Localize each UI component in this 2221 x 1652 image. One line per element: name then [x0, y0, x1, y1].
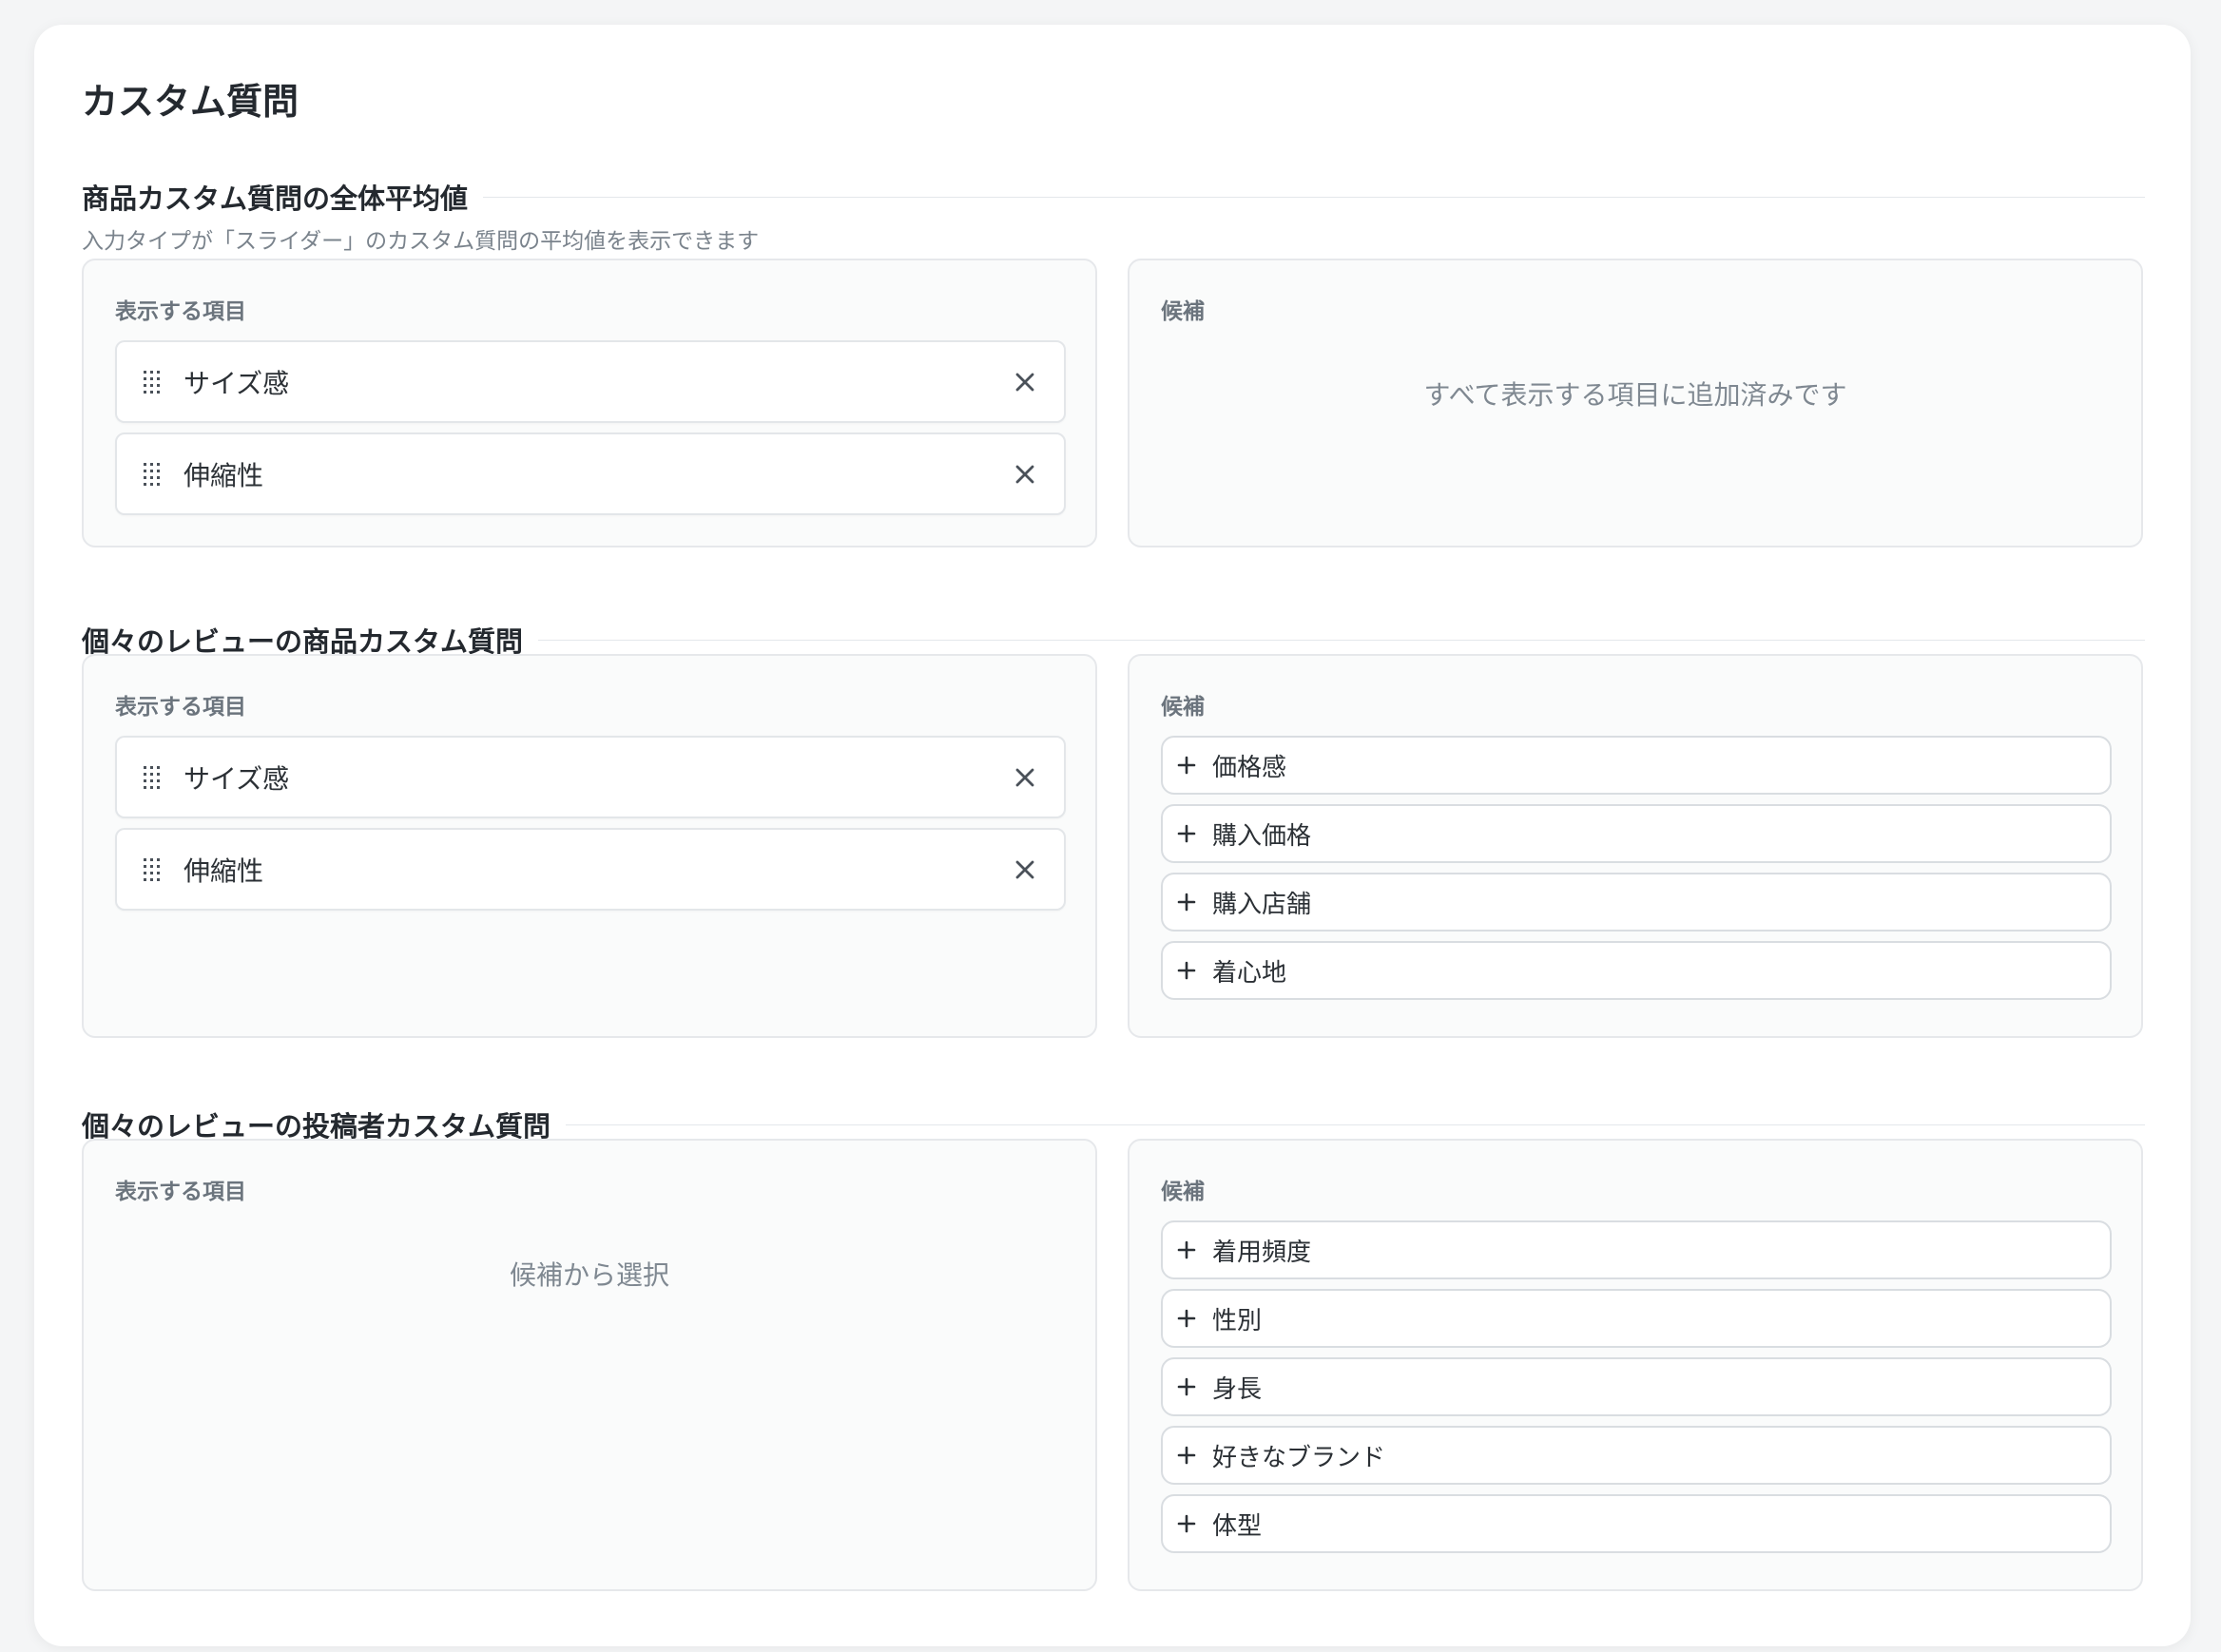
candidate-label: 着心地 [1212, 958, 1287, 988]
candidates-empty-message: すべて表示する項目に追加済みです [1423, 379, 1847, 411]
candidate-add-button[interactable]: 着心地 [1161, 941, 2112, 1000]
candidates-list: 着用頻度 性別 身長 好きなブランド 体型 [1161, 1220, 2112, 1563]
candidate-add-button[interactable]: 好きなブランド [1161, 1426, 2112, 1485]
candidate-label: 身長 [1212, 1374, 1263, 1404]
candidates-panel-overall-average: 候補 すべて表示する項目に追加済みです [1128, 259, 2143, 547]
candidate-add-button[interactable]: 購入店舗 [1161, 873, 2112, 932]
section-header-overall-average: 商品カスタム質問の全体平均値 [82, 177, 2145, 217]
candidate-label: 好きなブランド [1212, 1443, 1386, 1472]
section-divider [483, 196, 2145, 198]
displayed-item-label: 伸縮性 [183, 855, 264, 887]
candidates-list: 価格感 購入価格 購入店舗 着心地 [1161, 736, 2112, 1009]
plus-icon [1176, 892, 1197, 912]
section-description: 入力タイプが「スライダー」のカスタム質問の平均値を表示できます [82, 229, 760, 254]
candidate-add-button[interactable]: 体型 [1161, 1494, 2112, 1553]
plus-icon [1176, 1513, 1197, 1534]
candidate-label: 体型 [1212, 1511, 1263, 1541]
displayed-items-panel-overall-average: 表示する項目 サイズ感 伸縮性 [82, 259, 1097, 547]
plus-icon [1176, 1239, 1197, 1260]
candidate-add-button[interactable]: 購入価格 [1161, 804, 2112, 863]
candidate-label: 価格感 [1212, 753, 1287, 782]
plus-icon [1176, 755, 1197, 776]
section-title: 商品カスタム質問の全体平均値 [82, 182, 469, 215]
drag-handle-icon[interactable] [142, 765, 163, 790]
displayed-items-label: 表示する項目 [115, 695, 246, 720]
plus-icon [1176, 823, 1197, 844]
displayed-item-label: 伸縮性 [183, 459, 264, 491]
close-icon[interactable] [1011, 763, 1039, 792]
drag-handle-icon[interactable] [142, 857, 163, 882]
displayed-item-label: サイズ感 [183, 367, 290, 399]
displayed-items-panel-review-product: 表示する項目 サイズ感 伸縮性 [82, 654, 1097, 1038]
candidates-label: 候補 [1161, 1180, 1205, 1204]
displayed-item[interactable]: サイズ感 [115, 340, 1066, 423]
displayed-item-label: サイズ感 [183, 762, 290, 795]
drag-handle-icon[interactable] [142, 370, 163, 394]
section-divider [538, 639, 2145, 641]
candidate-add-button[interactable]: 着用頻度 [1161, 1220, 2112, 1279]
displayed-items-panel-review-reviewer: 表示する項目 候補から選択 [82, 1139, 1097, 1591]
plus-icon [1176, 960, 1197, 981]
candidates-label: 候補 [1161, 695, 1205, 720]
displayed-empty-message: 候補から選択 [509, 1259, 669, 1291]
displayed-item[interactable]: 伸縮性 [115, 828, 1066, 911]
candidate-add-button[interactable]: 性別 [1161, 1289, 2112, 1348]
displayed-items-list: サイズ感 伸縮性 [115, 340, 1066, 525]
displayed-items-label: 表示する項目 [115, 299, 246, 324]
candidate-label: 購入価格 [1212, 821, 1312, 851]
candidate-add-button[interactable]: 身長 [1161, 1357, 2112, 1416]
page-title: カスタム質問 [82, 81, 299, 123]
candidates-panel-review-product: 候補 価格感 購入価格 購入店舗 着心地 [1128, 654, 2143, 1038]
close-icon[interactable] [1011, 368, 1039, 396]
displayed-items-label: 表示する項目 [115, 1180, 246, 1204]
drag-handle-icon[interactable] [142, 462, 163, 487]
plus-icon [1176, 1445, 1197, 1466]
candidates-label: 候補 [1161, 299, 1205, 324]
close-icon[interactable] [1011, 460, 1039, 489]
candidates-panel-review-reviewer: 候補 着用頻度 性別 身長 好きなブランド 体型 [1128, 1139, 2143, 1591]
custom-questions-card: カスタム質問 商品カスタム質問の全体平均値 入力タイプが「スライダー」のカスタム… [34, 25, 2191, 1646]
candidate-add-button[interactable]: 価格感 [1161, 736, 2112, 795]
plus-icon [1176, 1376, 1197, 1397]
candidate-label: 購入店舗 [1212, 890, 1312, 919]
close-icon[interactable] [1011, 855, 1039, 884]
displayed-item[interactable]: サイズ感 [115, 736, 1066, 818]
candidate-label: 着用頻度 [1212, 1238, 1312, 1267]
section-divider [566, 1124, 2145, 1125]
displayed-items-list: サイズ感 伸縮性 [115, 736, 1066, 920]
plus-icon [1176, 1308, 1197, 1329]
candidate-label: 性別 [1212, 1306, 1263, 1335]
displayed-item[interactable]: 伸縮性 [115, 432, 1066, 515]
